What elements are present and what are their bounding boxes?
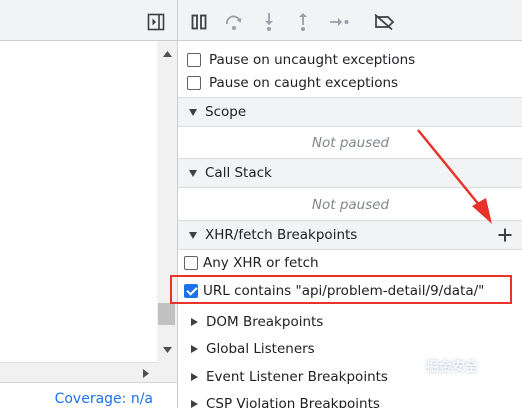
pause-icon bbox=[191, 14, 207, 30]
toggle-navigator-icon bbox=[147, 13, 165, 31]
step-icon bbox=[330, 18, 349, 26]
vertical-scrollbar[interactable] bbox=[157, 41, 177, 362]
collapse-triangle-icon bbox=[191, 317, 198, 326]
step-into-icon bbox=[265, 13, 273, 31]
scope-title: Scope bbox=[205, 104, 247, 120]
debugger-toolbar bbox=[178, 0, 522, 41]
expand-triangle-icon bbox=[189, 108, 197, 116]
step-out-icon bbox=[299, 13, 307, 31]
expand-triangle-icon bbox=[189, 231, 197, 239]
collapse-triangle-icon bbox=[191, 399, 198, 408]
deactivate-breakpoints-icon bbox=[374, 13, 395, 31]
xhr-breakpoint-row[interactable]: Any XHR or fetch bbox=[178, 251, 522, 274]
dom-breakpoints-section-header[interactable]: DOM Breakpoints bbox=[178, 308, 522, 335]
xhr-fetch-title: XHR/fetch Breakpoints bbox=[205, 227, 358, 243]
pause-uncaught-row[interactable]: Pause on uncaught exceptions bbox=[178, 48, 522, 71]
xhr-breakpoint-label: Any XHR or fetch bbox=[203, 254, 319, 271]
step-over-icon bbox=[226, 15, 242, 30]
sources-editor-pane: Coverage: n/a bbox=[0, 0, 177, 408]
horizontal-scrollbar[interactable] bbox=[0, 362, 157, 382]
step-out-button[interactable] bbox=[292, 11, 314, 33]
step-over-button[interactable] bbox=[223, 11, 245, 33]
xhr-breakpoint-checkbox[interactable] bbox=[184, 255, 198, 270]
global-listeners-title: Global Listeners bbox=[206, 340, 315, 357]
scrollbar-thumb[interactable] bbox=[158, 303, 175, 325]
watermark: 掘金安全 bbox=[426, 360, 479, 375]
event-listener-breakpoints-title: Event Listener Breakpoints bbox=[206, 368, 388, 385]
pause-caught-row[interactable]: Pause on caught exceptions bbox=[178, 71, 522, 94]
call-stack-title: Call Stack bbox=[205, 165, 272, 181]
dom-breakpoints-title: DOM Breakpoints bbox=[206, 313, 324, 330]
scroll-down-icon[interactable] bbox=[157, 341, 177, 359]
annotation-arrow bbox=[417, 129, 492, 224]
pause-caught-label: Pause on caught exceptions bbox=[209, 74, 399, 91]
toggle-debugger-sidebar-button[interactable] bbox=[146, 12, 166, 32]
csp-violation-breakpoints-title: CSP Violation Breakpoints bbox=[206, 395, 380, 408]
expand-triangle-icon bbox=[189, 169, 197, 177]
highlight-box bbox=[170, 275, 512, 304]
csp-violation-breakpoints-section-header[interactable]: CSP Violation Breakpoints bbox=[178, 390, 522, 408]
step-button[interactable] bbox=[328, 11, 350, 33]
scrollbar-corner bbox=[157, 362, 177, 382]
pause-uncaught-label: Pause on uncaught exceptions bbox=[209, 51, 416, 68]
scroll-up-icon[interactable] bbox=[157, 45, 177, 63]
collapse-triangle-icon bbox=[191, 372, 198, 381]
pause-button[interactable] bbox=[188, 11, 210, 33]
step-into-button[interactable] bbox=[258, 11, 280, 33]
pause-caught-checkbox[interactable] bbox=[187, 75, 201, 90]
scroll-right-icon[interactable] bbox=[136, 364, 156, 382]
collapse-triangle-icon bbox=[191, 344, 198, 353]
coverage-link[interactable]: Coverage: n/a bbox=[55, 391, 153, 407]
editor-status-bar: Coverage: n/a bbox=[0, 382, 177, 408]
pause-uncaught-checkbox[interactable] bbox=[187, 52, 201, 67]
deactivate-breakpoints-button[interactable] bbox=[373, 11, 395, 33]
editor-toolbar bbox=[0, 0, 177, 41]
